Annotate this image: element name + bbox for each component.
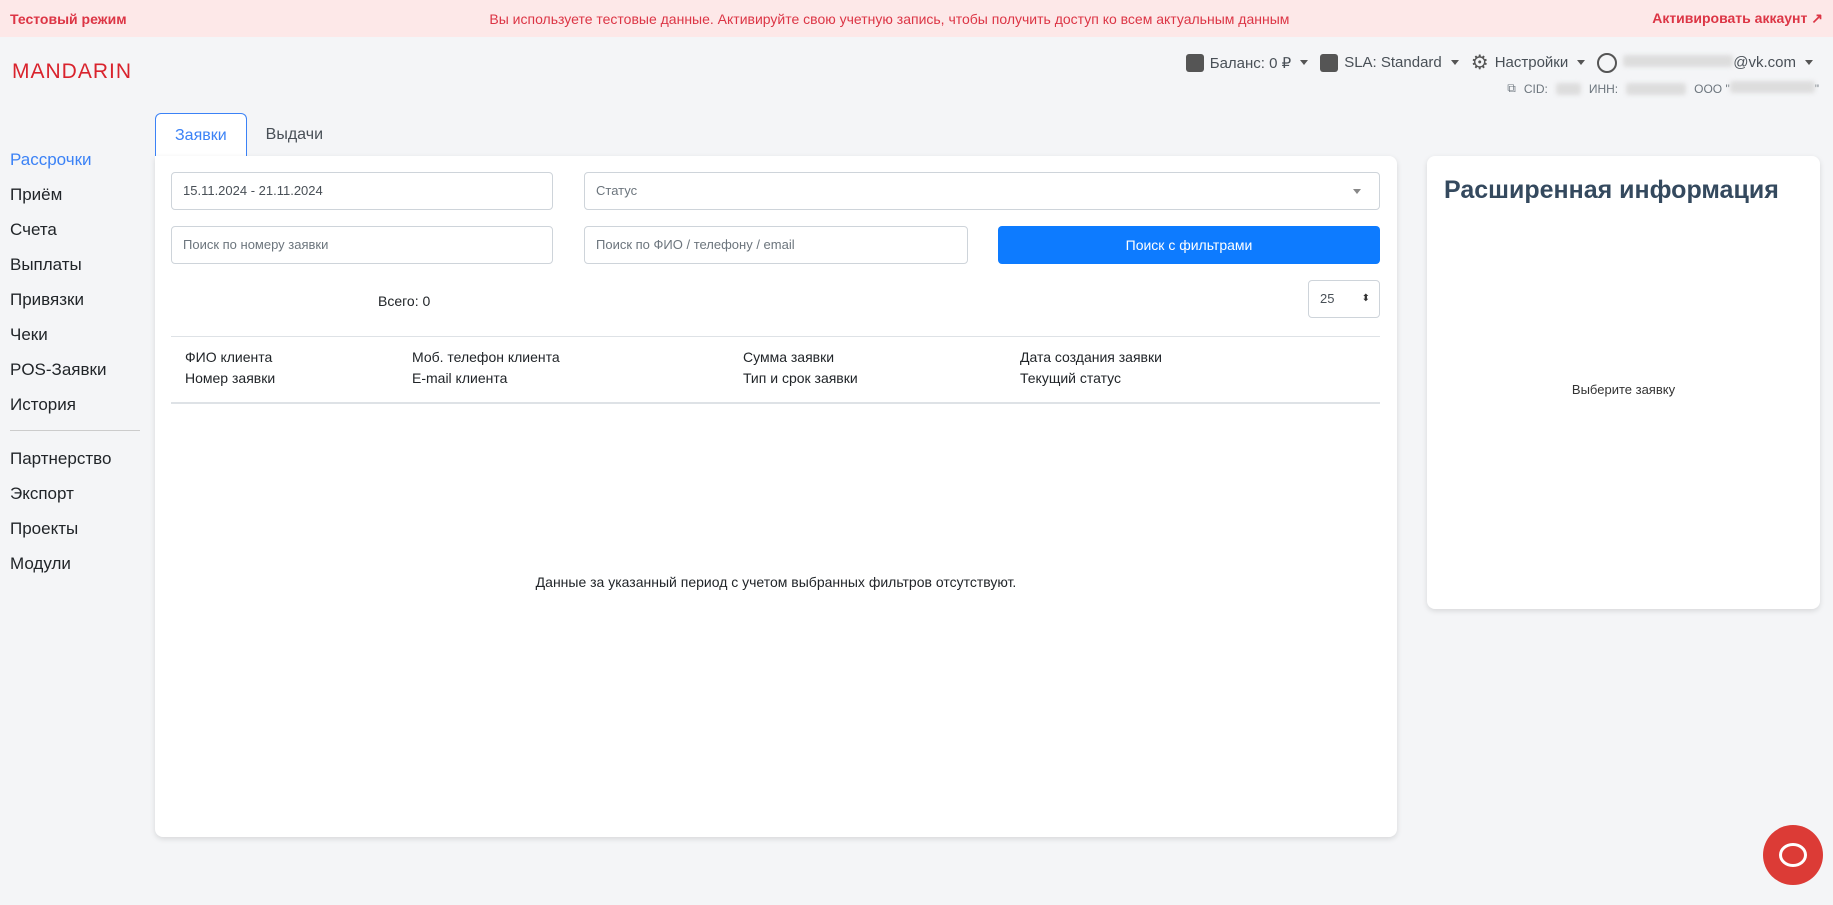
details-placeholder: Выберите заявку xyxy=(1427,382,1820,397)
chat-icon xyxy=(1779,843,1807,867)
column-header-contacts: Моб. телефон клиентаE-mail клиента xyxy=(412,347,560,389)
col-fio: ФИО клиента xyxy=(185,347,275,368)
inn-blur xyxy=(1626,83,1686,95)
col-amount: Сумма заявки xyxy=(743,347,858,368)
column-header-date: Дата создания заявкиТекущий статус xyxy=(1020,347,1162,389)
col-date: Дата создания заявки xyxy=(1020,347,1162,368)
activate-account-link[interactable]: Активировать аккаунт ↗ xyxy=(1652,10,1823,27)
status-select[interactable]: Статус xyxy=(584,172,1380,210)
sidebar-item-installments[interactable]: Рассрочки xyxy=(10,148,140,183)
account-header: Баланс: 0 ₽ SLA: Standard ⚙ Настройки @v… xyxy=(1186,50,1819,96)
sidebar-item-projects[interactable]: Проекты xyxy=(10,517,140,552)
sidebar-item-acceptance[interactable]: Приём xyxy=(10,183,140,218)
org-suffix: " xyxy=(1815,82,1819,96)
email-suffix: @vk.com xyxy=(1733,54,1796,71)
sidebar-item-invoices[interactable]: Счета xyxy=(10,218,140,253)
sidebar-item-bindings[interactable]: Привязки xyxy=(10,288,140,323)
sla-dropdown[interactable]: SLA: Standard xyxy=(1344,54,1442,71)
sort-arrows-icon: ⬍ xyxy=(1362,281,1370,317)
column-header-amount: Сумма заявкиТип и срок заявки xyxy=(743,347,858,389)
sidebar-item-partnership[interactable]: Партнерство xyxy=(10,447,140,482)
logo[interactable]: MANDARIN xyxy=(12,60,132,84)
status-placeholder: Статус xyxy=(596,183,637,198)
external-link-icon: ↗ xyxy=(1811,10,1823,26)
chevron-down-icon xyxy=(1353,189,1361,194)
cid-label: CID: xyxy=(1524,82,1548,96)
chevron-down-icon xyxy=(1805,60,1813,65)
phone-icon xyxy=(1320,54,1338,72)
sidebar-item-payouts[interactable]: Выплаты xyxy=(10,253,140,288)
org-blur xyxy=(1730,81,1815,93)
request-number-search[interactable]: Поиск по номеру заявки xyxy=(171,226,553,264)
col-type: Тип и срок заявки xyxy=(743,368,858,389)
search-with-filters-button[interactable]: Поиск с фильтрами xyxy=(998,226,1380,264)
settings-dropdown[interactable]: Настройки xyxy=(1495,54,1569,71)
tab-issuances[interactable]: Выдачи xyxy=(247,113,342,157)
tabs: Заявки Выдачи xyxy=(155,113,342,157)
col-phone: Моб. телефон клиента xyxy=(412,347,560,368)
tab-requests[interactable]: Заявки xyxy=(155,113,247,157)
total-count: Всего: 0 xyxy=(378,293,430,309)
sidebar-divider xyxy=(10,430,140,431)
copy-icon[interactable]: ⧉ xyxy=(1507,81,1516,96)
gears-icon: ⚙ xyxy=(1471,50,1489,75)
sidebar: Рассрочки Приём Счета Выплаты Привязки Ч… xyxy=(10,148,140,587)
activate-label: Активировать аккаунт xyxy=(1652,10,1807,26)
chevron-down-icon xyxy=(1451,60,1459,65)
table-header: ФИО клиентаНомер заявки Моб. телефон кли… xyxy=(171,336,1380,404)
sidebar-item-export[interactable]: Экспорт xyxy=(10,482,140,517)
org-prefix: ООО " xyxy=(1694,82,1730,96)
sidebar-item-history[interactable]: История xyxy=(10,393,140,428)
col-status: Текущий статус xyxy=(1020,368,1162,389)
details-title: Расширенная информация xyxy=(1444,176,1779,205)
date-range-input[interactable]: 15.11.2024 - 21.11.2024 xyxy=(171,172,553,210)
requests-panel: 15.11.2024 - 21.11.2024 Статус Поиск по … xyxy=(155,156,1397,837)
user-dropdown[interactable]: @vk.com xyxy=(1623,54,1796,71)
sidebar-item-pos-requests[interactable]: POS-Заявки xyxy=(10,358,140,393)
test-mode-label: Тестовый режим xyxy=(10,11,127,27)
email-blur xyxy=(1623,55,1733,67)
inn-label: ИНН: xyxy=(1589,82,1618,96)
per-page-value: 25 xyxy=(1320,291,1334,306)
column-header-client: ФИО клиентаНомер заявки xyxy=(185,347,275,389)
empty-state-message: Данные за указанный период с учетом выбр… xyxy=(155,574,1397,590)
chevron-down-icon xyxy=(1300,60,1308,65)
chevron-down-icon xyxy=(1577,60,1585,65)
chat-button[interactable] xyxy=(1763,825,1823,885)
balance-dropdown[interactable]: Баланс: 0 ₽ xyxy=(1210,54,1291,72)
cid-blur xyxy=(1556,83,1581,95)
sidebar-item-modules[interactable]: Модули xyxy=(10,552,140,587)
sidebar-item-receipts[interactable]: Чеки xyxy=(10,323,140,358)
col-number: Номер заявки xyxy=(185,368,275,389)
wallet-icon xyxy=(1186,54,1204,72)
user-icon xyxy=(1597,53,1617,73)
test-mode-banner: Тестовый режим Вы используете тестовые д… xyxy=(0,0,1833,37)
test-mode-message: Вы используете тестовые данные. Активиру… xyxy=(489,11,1289,27)
org-name: ООО " " xyxy=(1694,81,1819,96)
client-search[interactable]: Поиск по ФИО / телефону / email xyxy=(584,226,968,264)
per-page-select[interactable]: 25 ⬍ xyxy=(1308,280,1380,318)
details-panel: Расширенная информация Выберите заявку xyxy=(1427,156,1820,609)
col-email: E-mail клиента xyxy=(412,368,560,389)
